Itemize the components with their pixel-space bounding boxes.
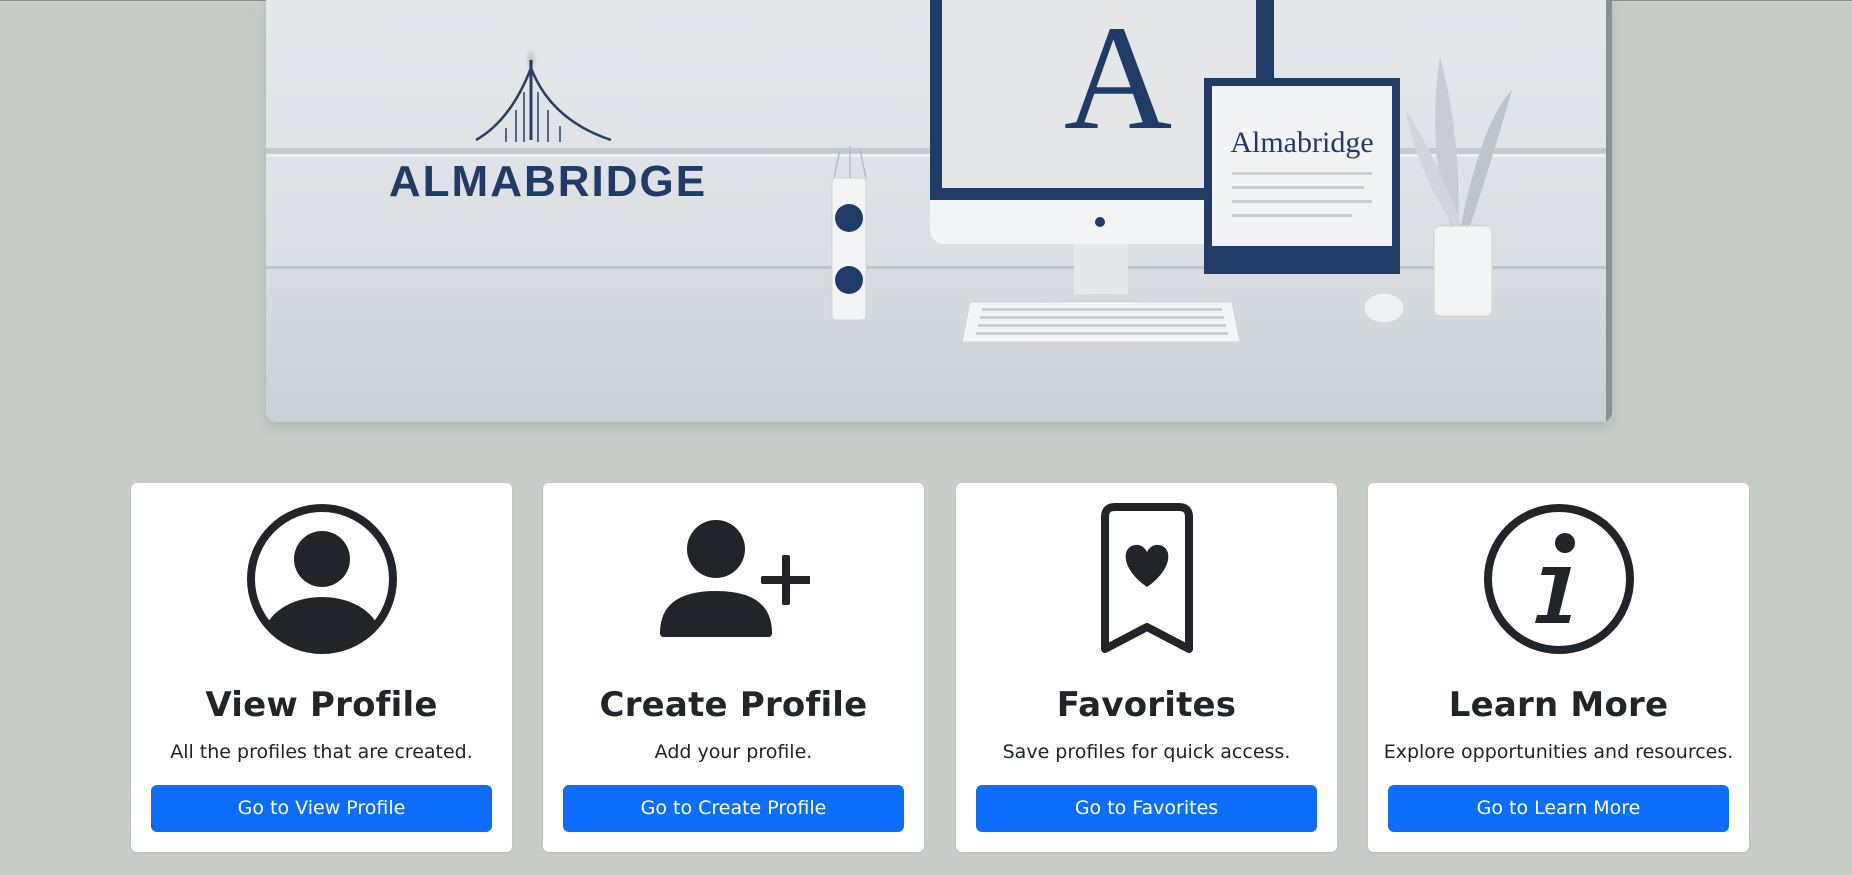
card-description: Explore opportunities and resources. bbox=[1383, 741, 1734, 763]
card-learn-more: Learn More Explore opportunities and res… bbox=[1368, 483, 1749, 852]
card-description: Add your profile. bbox=[654, 741, 813, 763]
frame-text: Almabridge bbox=[1230, 126, 1373, 159]
hero-banner-image: ALMABRIDGE A Almabridge bbox=[266, 0, 1612, 422]
bookmark-heart-icon bbox=[1100, 503, 1193, 653]
card-title: Favorites bbox=[1056, 685, 1237, 725]
picture-frame-icon: Almabridge bbox=[1204, 78, 1400, 274]
hero-logo-text: ALMABRIDGE bbox=[389, 157, 707, 206]
card-view-profile: View Profile All the profiles that are c… bbox=[131, 483, 512, 852]
card-description: All the profiles that are created. bbox=[170, 741, 473, 763]
monitor-letter: A bbox=[1064, 0, 1172, 161]
card-create-profile: Create Profile Add your profile. Go to C… bbox=[543, 483, 924, 852]
card-description: Save profiles for quick access. bbox=[1002, 741, 1291, 763]
person-plus-icon bbox=[659, 520, 810, 637]
go-to-view-profile-button[interactable]: Go to View Profile bbox=[151, 785, 492, 832]
card-favorites: Favorites Save profiles for quick access… bbox=[956, 483, 1337, 852]
card-title: Learn More bbox=[1448, 685, 1669, 725]
go-to-create-profile-button[interactable]: Go to Create Profile bbox=[563, 785, 904, 832]
hero-illustration: ALMABRIDGE A Almabridge bbox=[266, 0, 1612, 422]
go-to-learn-more-button[interactable]: Go to Learn More bbox=[1388, 785, 1729, 832]
card-title: View Profile bbox=[205, 685, 438, 725]
keyboard-icon bbox=[961, 301, 1241, 343]
mouse-icon bbox=[1363, 292, 1405, 324]
go-to-favorites-button[interactable]: Go to Favorites bbox=[976, 785, 1317, 832]
person-circle-icon bbox=[246, 504, 397, 654]
card-title: Create Profile bbox=[599, 685, 868, 725]
info-circle-icon bbox=[1483, 504, 1634, 654]
